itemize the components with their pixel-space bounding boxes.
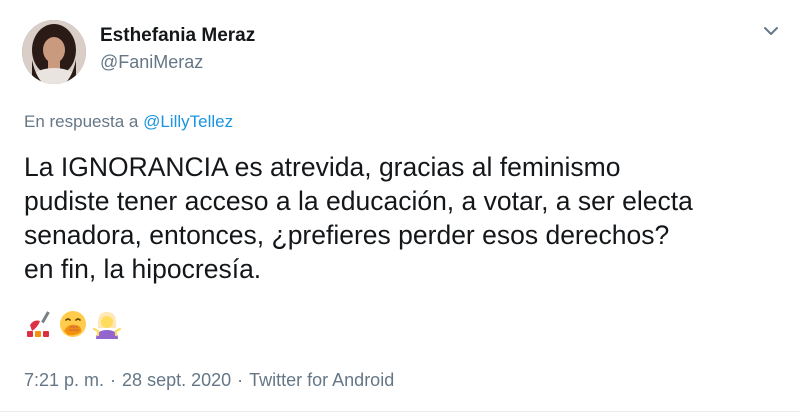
user-avatar-icon	[22, 20, 86, 84]
tweet-header: Esthefania Meraz @FaniMeraz	[22, 14, 780, 90]
author-names: Esthefania Meraz @FaniMeraz	[100, 24, 255, 74]
tweet-source-link[interactable]: Twitter for Android	[249, 369, 394, 391]
author-display-name[interactable]: Esthefania Meraz	[100, 24, 255, 48]
emoji-row	[24, 306, 122, 342]
chevron-down-icon[interactable]	[760, 20, 782, 42]
reply-context: En respuesta a @LillyTellez	[24, 111, 233, 133]
meta-separator: ·	[110, 370, 117, 390]
tweet-line: La IGNORANCIA es atrevida, gracias al fe…	[24, 152, 621, 182]
tweet-card: Esthefania Meraz @FaniMeraz En respuesta…	[0, 0, 800, 412]
tweet-time[interactable]: 7:21 p. m.	[24, 369, 104, 391]
tweet-line: pudiste tener acceso a la educación, a v…	[24, 186, 693, 216]
author-handle[interactable]: @FaniMeraz	[100, 50, 255, 74]
tweet-metadata: 7:21 p. m. · 28 sept. 2020 · Twitter for…	[24, 369, 394, 391]
reply-prefix: En respuesta a	[24, 112, 139, 131]
tweet-line: en fin, la hipocresía.	[24, 254, 262, 284]
hand-over-mouth-icon	[58, 309, 88, 339]
tweet-line: senadora, entonces, ¿prefieres perder es…	[24, 220, 670, 250]
nail-polish-icon	[24, 309, 54, 339]
meta-separator: ·	[237, 370, 244, 390]
woman-shrugging-icon	[92, 309, 122, 339]
tweet-date[interactable]: 28 sept. 2020	[122, 369, 231, 391]
tweet-text: La IGNORANCIA es atrevida, gracias al fe…	[24, 150, 784, 286]
avatar[interactable]	[22, 20, 86, 84]
reply-mention-link[interactable]: @LillyTellez	[143, 112, 233, 131]
